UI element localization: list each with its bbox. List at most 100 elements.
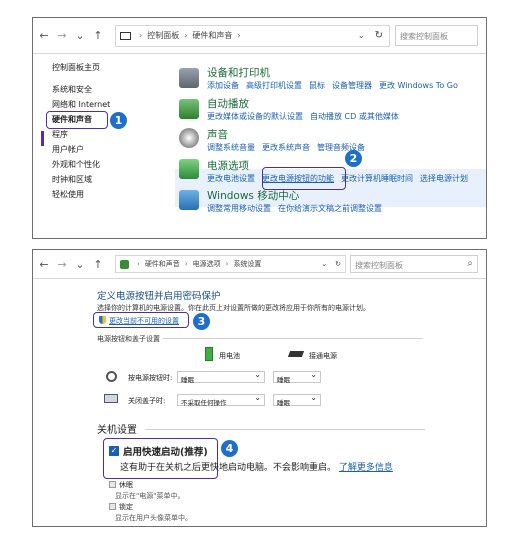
search-placeholder: 搜索控制面板	[355, 261, 403, 270]
sidebar-item-users[interactable]: 用户帐户	[52, 142, 110, 157]
back-icon[interactable]: ←	[37, 29, 51, 42]
section-divider	[145, 429, 425, 430]
refresh-icon[interactable]: ↻	[375, 30, 383, 41]
category-title[interactable]: 设备和打印机	[207, 65, 465, 80]
address-bar: ← → ⌄ ↑ › 硬件和声音 › 电源选项 › 系统设置 ⌄ ↻ 搜索控制面板…	[33, 250, 486, 279]
battery-icon	[179, 159, 199, 179]
power-system-settings-window: ← → ⌄ ↑ › 硬件和声音 › 电源选项 › 系统设置 ⌄ ↻ 搜索控制面板…	[32, 249, 487, 527]
chevron-right-icon: ›	[184, 260, 188, 268]
plug-icon	[287, 351, 305, 357]
power-button-battery-select[interactable]: 睡眠	[177, 370, 265, 384]
highlight-box-2	[262, 167, 346, 190]
link-autoplay-cd[interactable]: 自动播放 CD 或其他媒体	[310, 112, 399, 121]
lock-desc: 显示在用户头像菜单中。	[115, 514, 192, 522]
hibernate-checkbox[interactable]	[109, 481, 116, 488]
page-heading: 定义电源按钮并启用密码保护	[97, 291, 221, 302]
forward-icon[interactable]: →	[55, 258, 69, 271]
category-title[interactable]: 声音	[207, 127, 372, 142]
crumb-hardware-sound[interactable]: 硬件和声音	[192, 30, 232, 41]
link-mouse[interactable]: 鼠标	[309, 81, 325, 90]
sidebar-item-programs[interactable]: 程序	[52, 127, 110, 142]
search-input[interactable]: 搜索控制面板 ⌕	[350, 255, 478, 273]
chevron-right-icon: ›	[225, 260, 229, 268]
link-default-media[interactable]: 更改媒体或设备的默认设置	[207, 112, 303, 121]
chevron-right-icon: ›	[184, 31, 188, 40]
link-mobility-settings[interactable]: 调整常用移动设置	[207, 204, 271, 213]
breadcrumb: › 硬件和声音 › 电源选项 › 系统设置 ⌄ ↻	[115, 255, 346, 273]
sidebar-item-appearance[interactable]: 外观和个性化	[52, 157, 110, 172]
link-sleep-time[interactable]: 更改计算机睡眠时间	[341, 174, 413, 183]
category-title[interactable]: Windows 移动中心	[207, 188, 389, 203]
lock-label[interactable]: 锁定	[119, 502, 133, 512]
category-sound: 声音 调整系统音量 更改系统声音 管理音频设备	[207, 127, 372, 153]
highlight-box-1	[46, 111, 108, 129]
lid-battery-select[interactable]: 不采取任何操作	[177, 393, 265, 407]
sidebar-item-ease[interactable]: 轻松使用	[52, 187, 110, 202]
computer-icon	[120, 31, 131, 40]
step-badge-3: 3	[193, 313, 210, 330]
refresh-icon[interactable]: ↻	[335, 260, 341, 268]
sidebar-item-network[interactable]: 网络和 Internet	[52, 97, 110, 112]
fast-startup-desc-text: 这有助于在关机之后更快地启动电脑。不会影响重启。	[120, 463, 337, 473]
chevron-right-icon: ›	[237, 31, 241, 40]
learn-more-link[interactable]: 了解更多信息	[339, 463, 393, 473]
link-device-manager[interactable]: 设备管理器	[332, 81, 372, 90]
sidebar-item-security[interactable]: 系统和安全	[52, 82, 110, 97]
printer-icon	[179, 68, 199, 88]
recent-dropdown-icon[interactable]: ⌄	[73, 258, 87, 271]
mobility-center-icon	[179, 190, 199, 210]
crumb-hardware-sound[interactable]: 硬件和声音	[145, 259, 180, 269]
link-power-plan[interactable]: 选择电源计划	[420, 174, 468, 183]
speaker-icon	[179, 128, 199, 148]
lid-plugged-select[interactable]: 睡眠	[273, 393, 321, 407]
power-button-icon	[106, 371, 117, 382]
crumb-system-settings[interactable]: 系统设置	[233, 259, 261, 269]
step-badge-2: 2	[345, 150, 362, 167]
col-battery: 用电池	[219, 352, 240, 360]
breadcrumb: › 控制面板 › 硬件和声音 › ⌄ ↻	[115, 24, 390, 47]
search-input[interactable]: 搜索控制面板	[395, 25, 478, 46]
category-title[interactable]: 自动播放	[207, 96, 406, 111]
crumb-power-options[interactable]: 电源选项	[193, 259, 221, 269]
step-badge-4: 4	[221, 440, 238, 457]
forward-icon[interactable]: →	[55, 29, 69, 42]
fast-startup-description: 这有助于在关机之后更快地启动电脑。不会影响重启。 了解更多信息	[120, 460, 393, 473]
row-label: 关闭盖子时:	[128, 397, 166, 405]
link-system-sounds[interactable]: 更改系统声音	[262, 143, 310, 152]
sidebar-home[interactable]: 控制面板主页	[52, 60, 110, 75]
search-icon: ⌕	[467, 258, 473, 269]
step-badge-1: 1	[110, 112, 127, 129]
link-battery-settings[interactable]: 更改电池设置	[207, 174, 255, 183]
sidebar: 控制面板主页 系统和安全 网络和 Internet 硬件和声音 程序 用户帐户 …	[52, 60, 110, 202]
row-label: 按电源按钮时:	[128, 374, 173, 382]
sidebar-item-clock[interactable]: 时钟和区域	[52, 172, 110, 187]
link-windows-to-go[interactable]: 更改 Windows To Go	[379, 81, 458, 90]
hibernate-desc: 显示在"电源"菜单中。	[115, 492, 185, 500]
selection-indicator	[41, 131, 44, 146]
address-dropdown-icon[interactable]: ⌄	[321, 260, 327, 268]
chevron-right-icon: ›	[137, 260, 140, 268]
search-placeholder: 搜索控制面板	[400, 32, 448, 41]
lock-checkbox[interactable]	[109, 503, 116, 510]
up-icon[interactable]: ↑	[91, 29, 105, 42]
col-plugged-in: 接通电源	[309, 352, 337, 360]
back-icon[interactable]: ←	[37, 258, 51, 271]
crumb-control-panel[interactable]: 控制面板	[147, 30, 179, 41]
category-mobility: Windows 移动中心 调整常用移动设置 在你给演示文稿之前调整设置	[207, 188, 389, 214]
link-add-device[interactable]: 添加设备	[207, 81, 239, 90]
power-button-plugged-select[interactable]: 睡眠	[273, 370, 321, 384]
address-dropdown-icon[interactable]: ⌄	[358, 31, 365, 40]
link-printer-settings[interactable]: 高级打印机设置	[246, 81, 302, 90]
control-panel-icon	[120, 259, 129, 269]
select-value: 睡眠	[181, 376, 194, 384]
up-icon[interactable]: ↑	[91, 258, 105, 271]
link-volume[interactable]: 调整系统音量	[207, 143, 255, 152]
category-autoplay: 自动播放 更改媒体或设备的默认设置 自动播放 CD 或其他媒体	[207, 96, 406, 122]
autoplay-icon	[179, 99, 199, 119]
recent-dropdown-icon[interactable]: ⌄	[73, 29, 87, 42]
link-presentation[interactable]: 在你给演示文稿之前调整设置	[278, 204, 382, 213]
category-devices: 设备和打印机 添加设备 高级打印机设置 鼠标 设备管理器 更改 Windows To G…	[207, 65, 465, 91]
hibernate-label[interactable]: 休眠	[119, 480, 133, 490]
shutdown-settings-title: 关机设置	[97, 425, 137, 436]
select-value: 不采取任何操作	[181, 399, 227, 407]
